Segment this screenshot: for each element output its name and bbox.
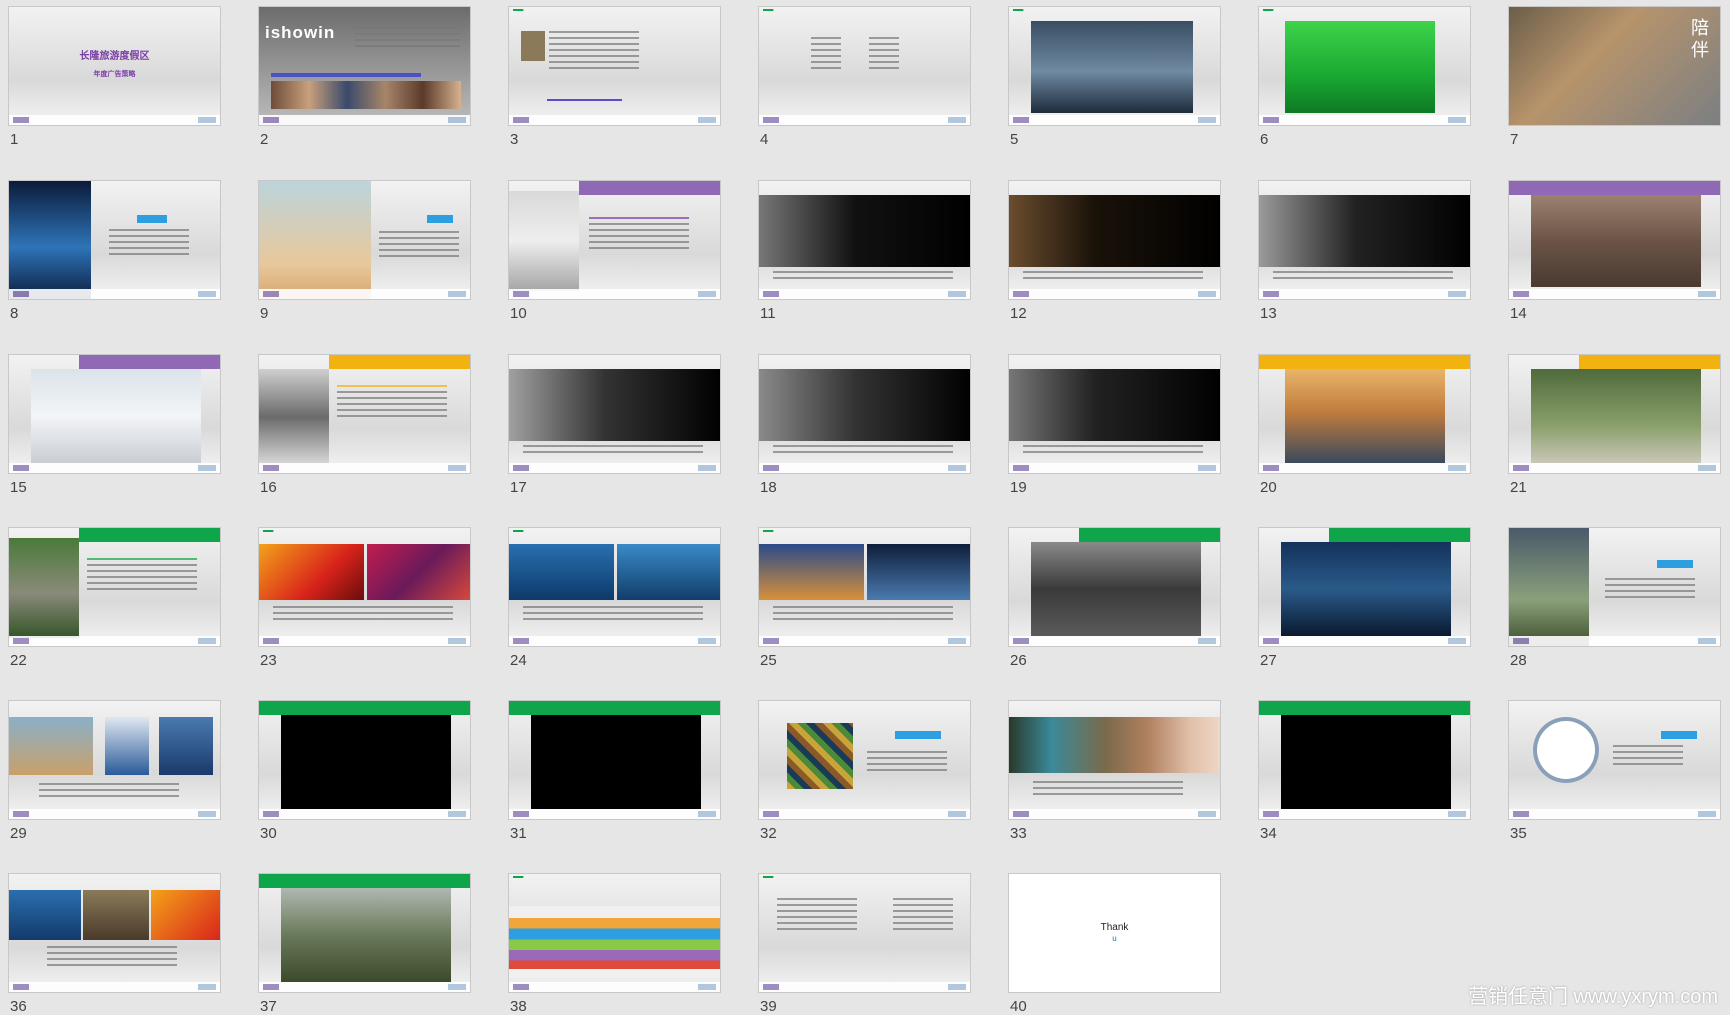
slide-number: 33 [1010,825,1027,842]
slide-thumbnail[interactable]: 35 [1508,700,1721,842]
slide-number: 40 [1010,998,1027,1015]
slide-number: 6 [1260,131,1269,148]
slide-thumbnail[interactable]: 23 [258,527,471,669]
overlay-text: 陪 伴 [1691,18,1709,60]
slide-thumbnail[interactable]: 19 [1008,354,1221,496]
slide-number: 2 [260,131,269,148]
slide-number: 39 [760,998,777,1015]
slide-thumbnail[interactable]: 10 [508,180,721,322]
slide-number: 35 [1510,825,1527,842]
slide-number: 36 [10,998,27,1015]
slide-thumbnail[interactable]: 26 [1008,527,1221,669]
brand-logo: ishowin [265,23,336,42]
slide-thumbnail[interactable]: 8 [8,180,221,322]
slide-thumbnail[interactable]: 33 [1008,700,1221,842]
slide-number: 27 [1260,652,1277,669]
slide-number: 13 [1260,305,1277,322]
slide-number: 24 [510,652,527,669]
slide-thumbnail[interactable]: Thank u 40 [1008,873,1221,1015]
slide-thumbnail[interactable]: 30 [258,700,471,842]
slide-number: 28 [1510,652,1527,669]
slide-thumbnail[interactable]: 28 [1508,527,1721,669]
slide-thumbnail[interactable]: 长隆旅游度假区 年度广告策略 1 [8,6,221,148]
slide-number: 21 [1510,479,1527,496]
slide-thumbnail[interactable]: 6 [1258,6,1471,148]
slide-number: 5 [1010,131,1019,148]
slide-number: 7 [1510,131,1519,148]
slide-thumbnail[interactable]: 39 [758,873,971,1015]
slide-thumbnail[interactable]: 13 [1258,180,1471,322]
slide-number: 19 [1010,479,1027,496]
slide-number: 16 [260,479,277,496]
slide-number: 20 [1260,479,1277,496]
slide-thumbnail[interactable]: 20 [1258,354,1471,496]
slide-thumbnail[interactable]: 37 [258,873,471,1015]
slide-thumbnail[interactable]: 25 [758,527,971,669]
slide-thumbnail[interactable]: 24 [508,527,721,669]
slide-thumbnail[interactable]: 32 [758,700,971,842]
slide-thumbnail[interactable]: 31 [508,700,721,842]
slide-number: 26 [1010,652,1027,669]
slide-number: 9 [260,305,269,322]
slide-number: 38 [510,998,527,1015]
slide-number: 31 [510,825,527,842]
slide-number: 3 [510,131,519,148]
slide-number: 23 [260,652,277,669]
thank-text: Thank [1100,922,1129,933]
slide-number: 32 [760,825,777,842]
slide-number: 11 [760,305,776,322]
slide-thumbnail[interactable]: 11 [758,180,971,322]
slide-thumbnail[interactable]: 12 [1008,180,1221,322]
slide-number: 4 [760,131,769,148]
slide-thumbnail[interactable]: ishowin 2 [258,6,471,148]
slide-sorter-grid: 长隆旅游度假区 年度广告策略 1 ishowin 2 3 4 5 6 陪 伴 7… [0,0,1730,1015]
slide-thumbnail[interactable]: 18 [758,354,971,496]
slide-number: 17 [510,479,527,496]
slide-thumbnail[interactable]: 17 [508,354,721,496]
slide-thumbnail[interactable]: 陪 伴 7 [1508,6,1721,148]
slide-thumbnail[interactable]: 15 [8,354,221,496]
slide-number: 12 [1010,305,1027,322]
slide-number: 25 [760,652,777,669]
slide-number: 22 [10,652,27,669]
slide-thumbnail[interactable]: 5 [1008,6,1221,148]
slide-number: 8 [10,305,19,322]
slide-thumbnail[interactable]: 36 [8,873,221,1015]
slide-thumbnail[interactable]: 9 [258,180,471,322]
slide-thumbnail[interactable]: 21 [1508,354,1721,496]
slide-number: 1 [10,131,19,148]
slide-thumbnail[interactable]: 27 [1258,527,1471,669]
slide-thumbnail[interactable]: 4 [758,6,971,148]
slide-thumbnail[interactable]: 34 [1258,700,1471,842]
slide-thumbnail[interactable]: 38 [508,873,721,1015]
slide-subtitle: 年度广告策略 [93,71,136,78]
slide-title: 长隆旅游度假区 [79,51,150,62]
slide-number: 30 [260,825,277,842]
thank-text-2: u [1112,934,1117,943]
slide-thumbnail[interactable]: 29 [8,700,221,842]
slide-number: 15 [10,479,27,496]
slide-thumbnail[interactable]: 22 [8,527,221,669]
slide-thumbnail[interactable]: 3 [508,6,721,148]
slide-number: 10 [510,305,527,322]
slide-number: 14 [1510,305,1527,322]
slide-number: 37 [260,998,277,1015]
slide-number: 29 [10,825,27,842]
slide-thumbnail[interactable]: 16 [258,354,471,496]
watermark: 营销任意门 www.yxrym.com [1468,986,1718,1008]
slide-number: 18 [760,479,777,496]
slide-number: 34 [1260,825,1277,842]
slide-thumbnail[interactable]: 14 [1508,180,1721,322]
